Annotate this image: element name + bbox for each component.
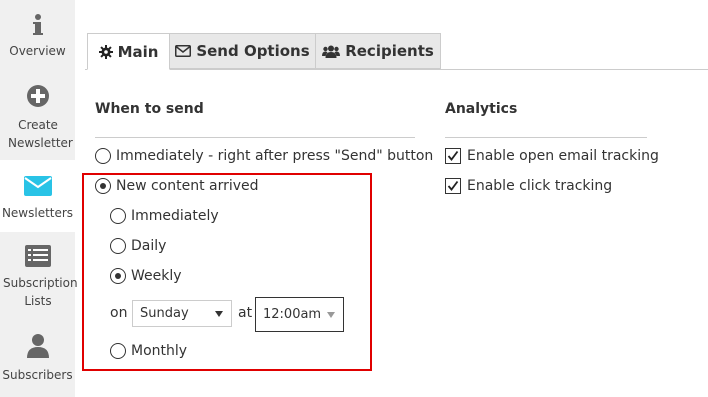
- tab-label: Recipients: [345, 42, 434, 60]
- sidebar: Overview Create Newsletter Newsletters S…: [0, 0, 78, 397]
- tab-send-options[interactable]: Send Options: [169, 33, 316, 69]
- checkbox-click-tracking[interactable]: Enable click tracking: [445, 178, 612, 194]
- sidebar-item-label: Subscription Lists: [3, 276, 78, 308]
- sidebar-item-overview[interactable]: Overview: [0, 8, 75, 68]
- sidebar-item-label: Create Newsletter: [8, 118, 73, 150]
- analytics-divider: [445, 137, 647, 138]
- tab-recipients[interactable]: Recipients: [315, 33, 441, 69]
- checkbox-open-tracking[interactable]: Enable open email tracking: [445, 148, 659, 164]
- option-immediately-after-send[interactable]: Immediately - right after press "Send" b…: [95, 148, 433, 164]
- plus-circle-icon: [26, 85, 49, 107]
- checkbox-checked[interactable]: [445, 148, 461, 164]
- info-icon: [32, 14, 43, 35]
- users-icon: [322, 45, 341, 58]
- highlight-box: [82, 173, 372, 371]
- sidebar-item-subscription-lists[interactable]: Subscription Lists: [0, 240, 78, 320]
- checkbox-checked[interactable]: [445, 178, 461, 194]
- checkbox-label: Enable click tracking: [467, 178, 613, 194]
- analytics-heading: Analytics: [445, 101, 518, 117]
- tab-label: Main: [117, 42, 159, 61]
- envelope-icon: [23, 176, 52, 196]
- tab-divider: [85, 69, 708, 70]
- sidebar-item-label: Subscribers: [2, 368, 73, 382]
- radio-button[interactable]: [95, 148, 111, 164]
- tab-label: Send Options: [196, 42, 310, 60]
- tab-main[interactable]: Main: [87, 33, 170, 70]
- checkmark-icon: [447, 150, 459, 161]
- when-to-send-divider: [95, 137, 415, 138]
- sidebar-item-newsletters[interactable]: Newsletters: [0, 160, 75, 232]
- option-label: Immediately - right after press "Send" b…: [116, 148, 434, 164]
- checkmark-icon: [447, 180, 459, 191]
- envelope-outline-icon: [175, 45, 192, 57]
- sidebar-item-label: Overview: [9, 44, 66, 58]
- list-icon: [24, 245, 51, 267]
- checkbox-label: Enable open email tracking: [467, 148, 659, 164]
- sidebar-item-subscribers[interactable]: Subscribers: [0, 328, 75, 388]
- sidebar-item-create-newsletter[interactable]: Create Newsletter: [0, 80, 75, 160]
- when-to-send-heading: When to send: [95, 101, 204, 117]
- gear-icon: [98, 44, 113, 59]
- sidebar-item-label: Newsletters: [1, 206, 74, 220]
- user-icon: [26, 334, 49, 358]
